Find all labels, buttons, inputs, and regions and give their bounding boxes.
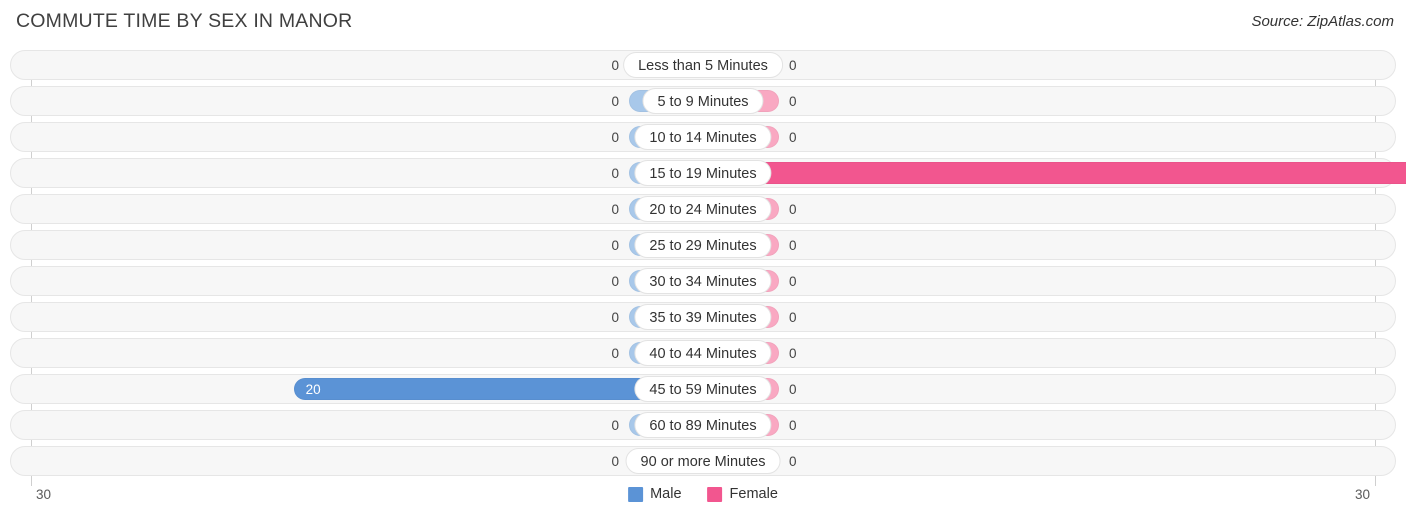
category-label: 20 to 24 Minutes bbox=[634, 196, 772, 222]
table-row[interactable]: 0 0 90 or more Minutes bbox=[10, 446, 1396, 476]
table-row[interactable]: 0 0 5 to 9 Minutes bbox=[10, 86, 1396, 116]
chart-page: COMMUTE TIME BY SEX IN MANOR Source: Zip… bbox=[0, 0, 1406, 523]
category-label: 35 to 39 Minutes bbox=[634, 304, 772, 330]
category-label: 40 to 44 Minutes bbox=[634, 340, 772, 366]
value-label-male: 0 bbox=[611, 274, 619, 289]
category-label: Less than 5 Minutes bbox=[623, 52, 783, 78]
chart-footer: 30 30 Male Female bbox=[0, 484, 1406, 523]
table-row[interactable]: 0 0 35 to 39 Minutes bbox=[10, 302, 1396, 332]
axis-tick-right: 30 bbox=[1354, 487, 1370, 502]
axis-tick-left: 30 bbox=[36, 487, 52, 502]
row-inner: 0 0 5 to 9 Minutes bbox=[11, 87, 1395, 115]
table-row[interactable]: 20 0 45 to 59 Minutes bbox=[10, 374, 1396, 404]
row-inner: 0 0 40 to 44 Minutes bbox=[11, 339, 1395, 367]
category-label: 10 to 14 Minutes bbox=[634, 124, 772, 150]
table-row[interactable]: 0 0 20 to 24 Minutes bbox=[10, 194, 1396, 224]
category-label: 15 to 19 Minutes bbox=[634, 160, 772, 186]
value-label-female: 0 bbox=[789, 130, 797, 145]
row-inner: 0 0 90 or more Minutes bbox=[11, 447, 1395, 475]
row-inner: 0 0 20 to 24 Minutes bbox=[11, 195, 1395, 223]
category-label: 60 to 89 Minutes bbox=[634, 412, 772, 438]
category-label: 30 to 34 Minutes bbox=[634, 268, 772, 294]
value-label-male: 0 bbox=[611, 346, 619, 361]
table-row[interactable]: 0 0 40 to 44 Minutes bbox=[10, 338, 1396, 368]
row-inner: 0 0 60 to 89 Minutes bbox=[11, 411, 1395, 439]
row-inner: 0 0 35 to 39 Minutes bbox=[11, 303, 1395, 331]
table-row[interactable]: 0 0 25 to 29 Minutes bbox=[10, 230, 1396, 260]
row-inner: 0 0 Less than 5 Minutes bbox=[11, 51, 1395, 79]
category-label: 25 to 29 Minutes bbox=[634, 232, 772, 258]
value-label-female: 0 bbox=[789, 58, 797, 73]
legend-label-male: Male bbox=[650, 486, 682, 502]
value-label-male: 0 bbox=[611, 238, 619, 253]
table-row[interactable]: 0 0 60 to 89 Minutes bbox=[10, 410, 1396, 440]
plot-area: 0 0 Less than 5 Minutes 0 0 5 to 9 Minutes 0 0 1… bbox=[0, 50, 1406, 486]
value-label-female: 0 bbox=[789, 418, 797, 433]
value-label-male: 0 bbox=[611, 454, 619, 469]
legend-swatch-male bbox=[628, 486, 644, 502]
row-inner: 0 0 25 to 29 Minutes bbox=[11, 231, 1395, 259]
value-label-female: 0 bbox=[789, 238, 797, 253]
value-label-female: 0 bbox=[789, 202, 797, 217]
category-label: 5 to 9 Minutes bbox=[642, 88, 764, 114]
value-label-female: 0 bbox=[789, 382, 797, 397]
value-label-female: 0 bbox=[789, 346, 797, 361]
bar-female[interactable] bbox=[704, 162, 1406, 184]
row-inner: 0 0 10 to 14 Minutes bbox=[11, 123, 1395, 151]
value-label-male: 0 bbox=[611, 58, 619, 73]
page-title: COMMUTE TIME BY SEX IN MANOR bbox=[16, 10, 353, 32]
table-row[interactable]: 0 0 Less than 5 Minutes bbox=[10, 50, 1396, 80]
value-label-female: 0 bbox=[789, 454, 797, 469]
value-label-female: 29 bbox=[1360, 159, 1406, 189]
legend-label-female: Female bbox=[729, 486, 778, 502]
value-label-male: 0 bbox=[611, 130, 619, 145]
value-label-female: 0 bbox=[789, 310, 797, 325]
row-inner: 20 0 45 to 59 Minutes bbox=[11, 375, 1395, 403]
value-label-female: 0 bbox=[789, 274, 797, 289]
table-row[interactable]: 0 0 10 to 14 Minutes bbox=[10, 122, 1396, 152]
value-label-male: 20 bbox=[305, 382, 321, 397]
category-label: 45 to 59 Minutes bbox=[634, 376, 772, 402]
value-label-male: 0 bbox=[611, 310, 619, 325]
row-inner: 0 0 30 to 34 Minutes bbox=[11, 267, 1395, 295]
legend-swatch-female bbox=[707, 486, 723, 502]
value-label-female: 0 bbox=[789, 94, 797, 109]
value-label-male: 0 bbox=[611, 202, 619, 217]
value-label-male: 0 bbox=[611, 418, 619, 433]
value-label-male: 0 bbox=[611, 94, 619, 109]
table-row[interactable]: 0 0 30 to 34 Minutes bbox=[10, 266, 1396, 296]
table-row[interactable]: 0 29 15 to 19 Minutes bbox=[10, 158, 1406, 188]
chart-legend: Male Female bbox=[628, 486, 778, 502]
chart-header: COMMUTE TIME BY SEX IN MANOR Source: Zip… bbox=[0, 0, 1406, 44]
row-inner: 0 29 15 to 19 Minutes bbox=[11, 159, 1406, 187]
value-label-male: 0 bbox=[611, 166, 619, 181]
source-attribution: Source: ZipAtlas.com bbox=[1251, 13, 1394, 30]
legend-item-male[interactable]: Male bbox=[628, 486, 682, 502]
category-label: 90 or more Minutes bbox=[625, 448, 781, 474]
legend-item-female[interactable]: Female bbox=[707, 486, 778, 502]
